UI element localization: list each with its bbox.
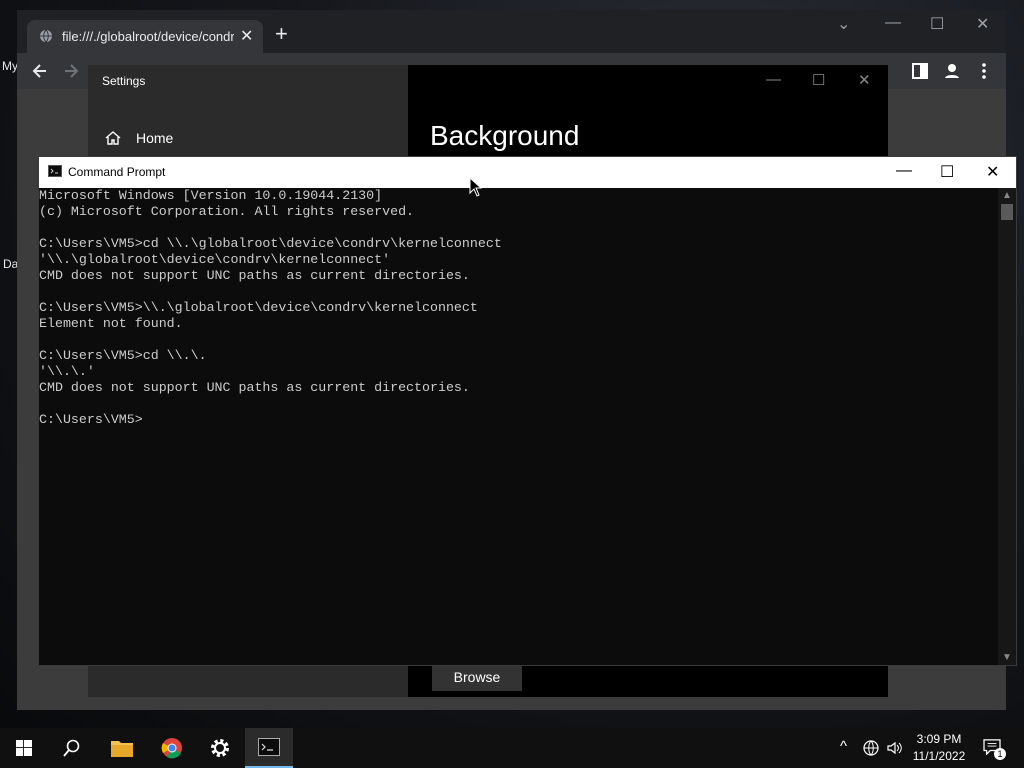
chrome-titlebar: file:///./globalroot/device/condrv/ ✕ + … xyxy=(17,10,1006,53)
console-line: C:\Users\VM5>\\.\globalroot\device\condr… xyxy=(39,300,478,315)
notification-center-button[interactable]: 1 xyxy=(980,736,1006,760)
gear-icon xyxy=(211,739,229,757)
cmd-taskbar-button[interactable] xyxy=(245,728,293,768)
clock-time: 3:09 PM xyxy=(916,732,962,746)
console-line: C:\Users\VM5>cd \\.\globalroot\device\co… xyxy=(39,236,502,251)
settings-home-link[interactable]: Home xyxy=(136,130,173,146)
terminal-icon xyxy=(258,738,280,756)
browse-button[interactable]: Browse xyxy=(432,663,522,691)
cmd-close-button[interactable]: ✕ xyxy=(986,162,999,182)
page-title: Background xyxy=(430,120,580,151)
start-button[interactable] xyxy=(0,728,48,768)
home-icon xyxy=(105,131,121,145)
settings-close-button[interactable]: ✕ xyxy=(858,71,871,89)
chrome-minimize-button[interactable]: — xyxy=(885,14,901,32)
tab-close-icon[interactable]: ✕ xyxy=(240,26,253,46)
settings-taskbar-button[interactable] xyxy=(196,728,244,768)
chrome-close-button[interactable]: ✕ xyxy=(976,14,989,34)
console-line: C:\Users\VM5>cd \\.\. xyxy=(39,348,207,363)
terminal-icon xyxy=(48,165,62,177)
chrome-taskbar-button[interactable] xyxy=(148,728,196,768)
cmd-title: Command Prompt xyxy=(68,165,166,179)
show-hidden-icons-chevron[interactable]: ^ xyxy=(840,738,847,755)
console-line: '\\.\globalroot\device\condrv\kernelconn… xyxy=(39,252,391,267)
search-icon xyxy=(63,739,80,757)
forward-arrow-icon[interactable] xyxy=(61,61,81,81)
chrome-tab[interactable]: file:///./globalroot/device/condrv/ ✕ xyxy=(27,20,263,53)
scroll-up-icon[interactable]: ▲ xyxy=(1002,190,1012,201)
cmd-titlebar[interactable]: Command Prompt — ☐ ✕ xyxy=(39,157,1016,188)
command-prompt-window[interactable]: Command Prompt — ☐ ✕ Microsoft Windows [… xyxy=(38,156,1017,666)
back-arrow-icon[interactable] xyxy=(30,61,50,81)
console-line: CMD does not support UNC paths as curren… xyxy=(39,380,470,395)
scroll-down-icon[interactable]: ▼ xyxy=(1002,652,1012,663)
settings-minimize-button[interactable]: — xyxy=(766,71,781,88)
settings-title: Settings xyxy=(102,74,146,88)
console-line: C:\Users\VM5> xyxy=(39,412,143,427)
chrome-icon xyxy=(161,738,182,759)
folder-icon xyxy=(111,741,133,757)
cmd-minimize-button[interactable]: — xyxy=(896,162,912,180)
console-output[interactable]: Microsoft Windows [Version 10.0.19044.21… xyxy=(39,188,999,665)
desktop-icon-label[interactable]: My xyxy=(2,59,18,73)
console-line: '\\.\.' xyxy=(39,364,95,379)
volume-icon[interactable] xyxy=(886,740,902,756)
globe-icon xyxy=(40,29,52,43)
profile-icon[interactable] xyxy=(942,61,962,81)
console-line: CMD does not support UNC paths as curren… xyxy=(39,268,470,283)
search-button[interactable] xyxy=(48,728,96,768)
side-panel-icon[interactable] xyxy=(910,61,930,81)
cmd-maximize-button[interactable]: ☐ xyxy=(940,162,954,182)
chrome-maximize-button[interactable]: ☐ xyxy=(930,14,944,34)
taskbar: ^ 3:09 PM 11/1/2022 1 xyxy=(0,728,1024,768)
new-tab-button[interactable]: + xyxy=(275,23,288,45)
tab-search-icon[interactable]: ⌄ xyxy=(837,14,850,34)
tab-title: file:///./globalroot/device/condrv/ xyxy=(62,29,234,44)
notification-count-badge: 1 xyxy=(994,748,1006,760)
console-line: Element not found. xyxy=(39,316,183,331)
console-line: (c) Microsoft Corporation. All rights re… xyxy=(39,204,415,219)
more-menu-icon[interactable] xyxy=(974,61,994,81)
network-globe-icon[interactable] xyxy=(863,740,879,756)
file-explorer-button[interactable] xyxy=(98,728,146,768)
scrollbar[interactable]: ▲ ▼ xyxy=(998,188,1016,665)
windows-logo-icon xyxy=(16,740,32,756)
scroll-thumb[interactable] xyxy=(1001,204,1013,220)
settings-maximize-button[interactable]: ☐ xyxy=(812,71,825,89)
system-clock[interactable]: 3:09 PM 11/1/2022 xyxy=(908,731,970,765)
mouse-cursor-icon xyxy=(469,177,483,197)
console-line: Microsoft Windows [Version 10.0.19044.21… xyxy=(39,188,383,203)
clock-date: 11/1/2022 xyxy=(912,749,966,763)
